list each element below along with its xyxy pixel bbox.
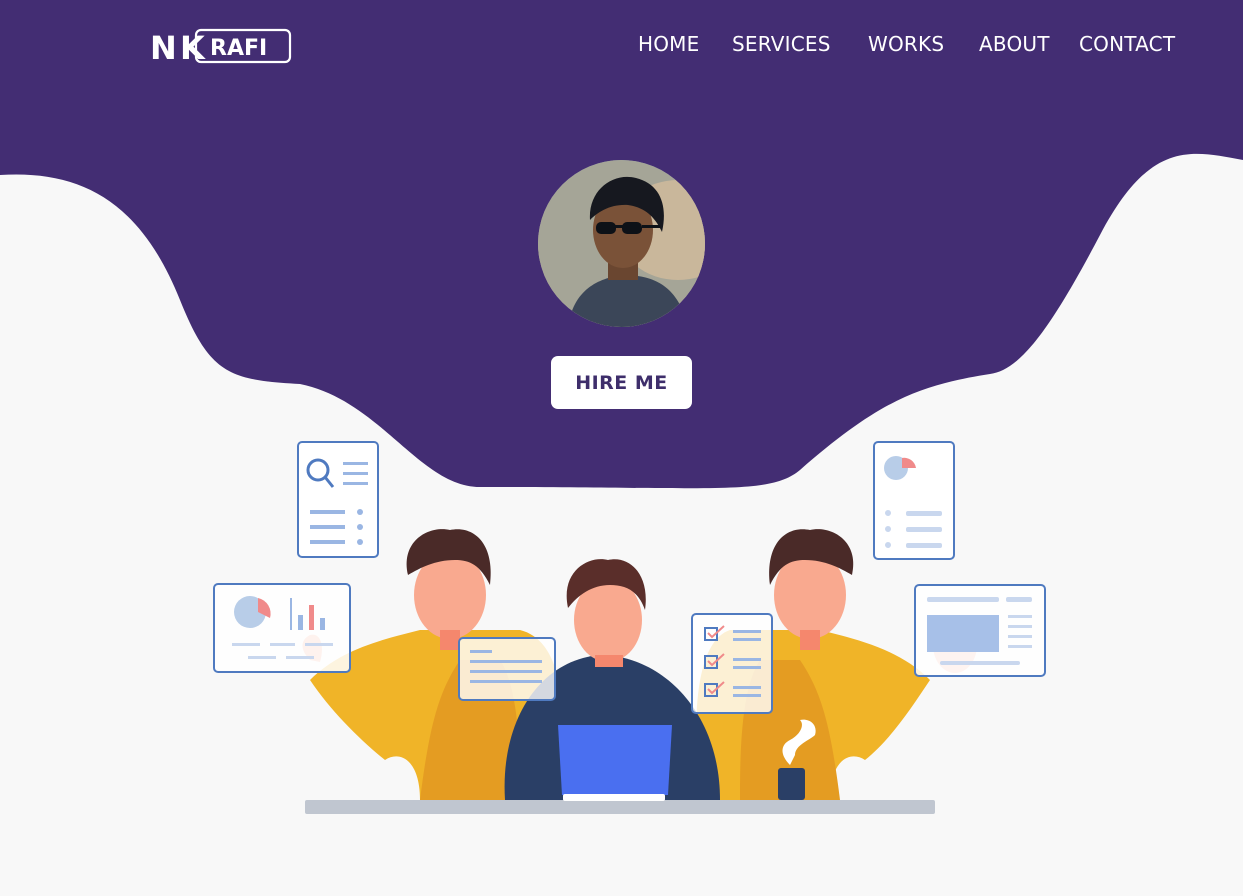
- pie-list-card-icon: [873, 441, 955, 560]
- profile-avatar: [538, 160, 705, 327]
- nav-works[interactable]: WORKS: [868, 30, 944, 58]
- main-navigation: HOME SERVICES WORKS ABOUT CONTACT: [0, 30, 1243, 60]
- team-illustration: [213, 441, 1046, 814]
- chart-card-icon: [213, 583, 351, 673]
- nav-home[interactable]: HOME: [638, 30, 699, 58]
- desk-icon: [305, 800, 935, 814]
- hire-me-button[interactable]: HIRE ME: [551, 356, 692, 409]
- nav-services[interactable]: SERVICES: [732, 30, 831, 58]
- search-document-card-icon: [297, 441, 379, 558]
- text-card-icon: [458, 637, 556, 701]
- person-with-sunglasses-photo: [538, 160, 705, 327]
- laptop-icon: [558, 725, 672, 795]
- nav-contact[interactable]: CONTACT: [1079, 30, 1175, 58]
- nav-about[interactable]: ABOUT: [979, 30, 1050, 58]
- media-card-icon: [914, 584, 1046, 677]
- checklist-card-icon: [691, 613, 773, 714]
